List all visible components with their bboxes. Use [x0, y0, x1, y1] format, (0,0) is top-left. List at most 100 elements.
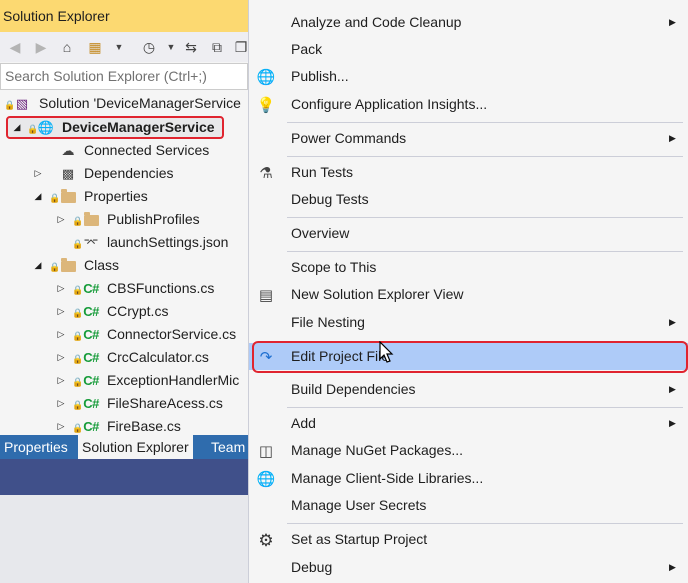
switch-views-icon[interactable]: ▦	[86, 38, 104, 56]
tree-item-label: CCrypt.cs	[107, 303, 169, 319]
lock-icon: 🔒	[72, 354, 84, 364]
solution-explorer-toolbar: ◀ ▶ ⌂ ▦ ▼ ◷ ▼ ⇆ ⧉ ❐	[0, 32, 248, 62]
dependencies-icon: ▩	[61, 165, 75, 181]
edit-project-callout	[252, 341, 688, 373]
tool-window-header	[0, 459, 248, 495]
tool-window-tabs: Properties Solution Explorer Team	[0, 435, 248, 459]
menu-item-manage-user-secrets[interactable]: Manage User Secrets	[249, 492, 688, 519]
submenu-arrow-icon: ▶	[669, 418, 676, 428]
tree-item-label: FileShareAcess.cs	[107, 395, 223, 411]
solution-explorer-panel: Solution Explorer ◀ ▶ ⌂ ▦ ▼ ◷ ▼ ⇆ ⧉ ❐ Se…	[0, 0, 248, 583]
menu-separator	[287, 122, 683, 123]
folder-icon	[60, 257, 76, 273]
tree-item-label: Solution 'DeviceManagerService	[39, 95, 241, 111]
tab-properties[interactable]: Properties	[0, 435, 72, 459]
csharp-file-icon: C#	[83, 280, 99, 296]
menu-item-label: Pack	[291, 41, 323, 57]
menu-item-label: Set as Startup Project	[291, 531, 428, 547]
csharp-file-icon: C#	[83, 303, 99, 319]
new-view-icon: ▤	[258, 286, 274, 304]
collapsed-arrow-icon[interactable]: ▷	[55, 392, 67, 415]
menu-item-pack[interactable]: Pack	[249, 36, 688, 63]
menu-item-build-dependencies[interactable]: Build Dependencies ▶	[249, 376, 688, 403]
tree-item-label: PublishProfiles	[107, 211, 200, 227]
tab-solution-explorer[interactable]: Solution Explorer	[78, 435, 193, 459]
collapsed-arrow-icon[interactable]: ▷	[55, 346, 67, 369]
menu-separator	[287, 156, 683, 157]
show-all-files-icon[interactable]: ❐	[232, 38, 248, 56]
lock-icon: 🔒	[72, 331, 84, 341]
menu-item-run-tests[interactable]: ⚗ Run Tests	[249, 159, 688, 186]
menu-item-debug[interactable]: Debug ▶	[249, 554, 688, 581]
tree-item-label: Connected Services	[84, 142, 210, 158]
tree-item-label: launchSettings.json	[107, 234, 229, 250]
home-icon[interactable]: ⌂	[58, 38, 76, 56]
chevron-down-icon[interactable]: ▼	[110, 38, 128, 56]
collapse-all-icon[interactable]: ⧉	[208, 38, 226, 56]
json-file-icon: ⌤	[83, 234, 99, 250]
forward-icon[interactable]: ▶	[32, 38, 50, 56]
globe-publish-icon: 🌐	[256, 68, 276, 86]
menu-separator	[287, 407, 683, 408]
menu-item-label: Build Dependencies	[291, 381, 416, 397]
submenu-arrow-icon: ▶	[669, 562, 676, 572]
menu-item-set-startup-project[interactable]: ⚙ Set as Startup Project	[249, 526, 688, 553]
menu-item-label: Manage NuGet Packages...	[291, 442, 463, 458]
gear-icon: ⚙	[258, 530, 274, 550]
menu-item-debug-tests[interactable]: Debug Tests	[249, 186, 688, 213]
menu-item-label: File Nesting	[291, 314, 365, 330]
collapsed-arrow-icon[interactable]: ▷	[55, 300, 67, 323]
tree-item-label: Properties	[84, 188, 148, 204]
collapsed-arrow-icon[interactable]: ▷	[55, 277, 67, 300]
menu-item-file-nesting[interactable]: File Nesting ▶	[249, 309, 688, 336]
search-input[interactable]: Search Solution Explorer (Ctrl+;)	[0, 63, 248, 90]
collapsed-arrow-icon[interactable]: ▷	[55, 323, 67, 346]
menu-item-scope-to-this[interactable]: Scope to This	[249, 254, 688, 281]
menu-item-new-solution-explorer-view[interactable]: ▤ New Solution Explorer View	[249, 281, 688, 308]
menu-item-overview[interactable]: Overview	[249, 220, 688, 247]
chevron-down-icon[interactable]: ▼	[162, 38, 180, 56]
menu-separator	[287, 523, 683, 524]
properties-folder-icon	[60, 188, 76, 204]
menu-item-manage-client-libraries[interactable]: 🌐 Manage Client-Side Libraries...	[249, 465, 688, 492]
menu-item-manage-nuget[interactable]: ◫ Manage NuGet Packages...	[249, 437, 688, 464]
lock-icon: 🔒	[72, 400, 84, 410]
menu-item-power-commands[interactable]: Power Commands ▶	[249, 125, 688, 152]
menu-item-configure-app-insights[interactable]: 💡 Configure Application Insights...	[249, 91, 688, 118]
lock-icon: 🔒	[27, 124, 39, 134]
lock-icon: 🔒	[72, 377, 84, 387]
lock-icon: 🔒	[49, 262, 61, 272]
collapsed-arrow-icon[interactable]: ▷	[55, 208, 67, 231]
menu-item-label: Run Tests	[291, 164, 353, 180]
submenu-arrow-icon: ▶	[669, 317, 676, 327]
collapsed-arrow-icon[interactable]: ▷	[55, 369, 67, 392]
submenu-arrow-icon: ▶	[669, 133, 676, 143]
expanded-arrow-icon[interactable]: ◢	[32, 185, 44, 208]
back-icon[interactable]: ◀	[6, 38, 24, 56]
collapsed-arrow-icon[interactable]: ▷	[32, 162, 44, 185]
menu-item-label: Debug Tests	[291, 191, 369, 207]
run-tests-icon: ⚗	[259, 164, 273, 182]
solution-tree: 🔒 ▧ Solution 'DeviceManagerService ◢ 🔒 🌐…	[0, 92, 248, 434]
folder-icon	[83, 211, 99, 227]
client-libraries-icon: 🌐	[256, 470, 276, 488]
menu-item-analyze-code-cleanup[interactable]: Analyze and Code Cleanup ▶	[249, 9, 688, 36]
menu-item-label: Manage User Secrets	[291, 497, 427, 513]
mouse-cursor-icon	[379, 341, 394, 363]
solution-explorer-title: Solution Explorer	[0, 0, 248, 32]
csharp-file-icon: C#	[83, 372, 99, 388]
expanded-arrow-icon[interactable]: ◢	[32, 254, 44, 277]
menu-item-add[interactable]: Add ▶	[249, 410, 688, 437]
tool-window-body	[0, 495, 248, 583]
app-insights-icon: 💡	[256, 96, 276, 114]
expanded-arrow-icon[interactable]: ◢	[11, 116, 23, 139]
pending-changes-icon[interactable]: ◷	[140, 38, 158, 56]
tab-team[interactable]: Team	[207, 435, 248, 459]
menu-item-label: Debug	[291, 559, 333, 575]
tree-item-label: CrcCalculator.cs	[107, 349, 209, 365]
menu-item-publish[interactable]: 🌐 Publish...	[249, 63, 688, 90]
csharp-file-icon: C#	[83, 349, 99, 365]
menu-item-label: Power Commands	[291, 130, 407, 146]
lock-icon: 🔒	[72, 239, 84, 249]
sync-icon[interactable]: ⇆	[182, 38, 200, 56]
